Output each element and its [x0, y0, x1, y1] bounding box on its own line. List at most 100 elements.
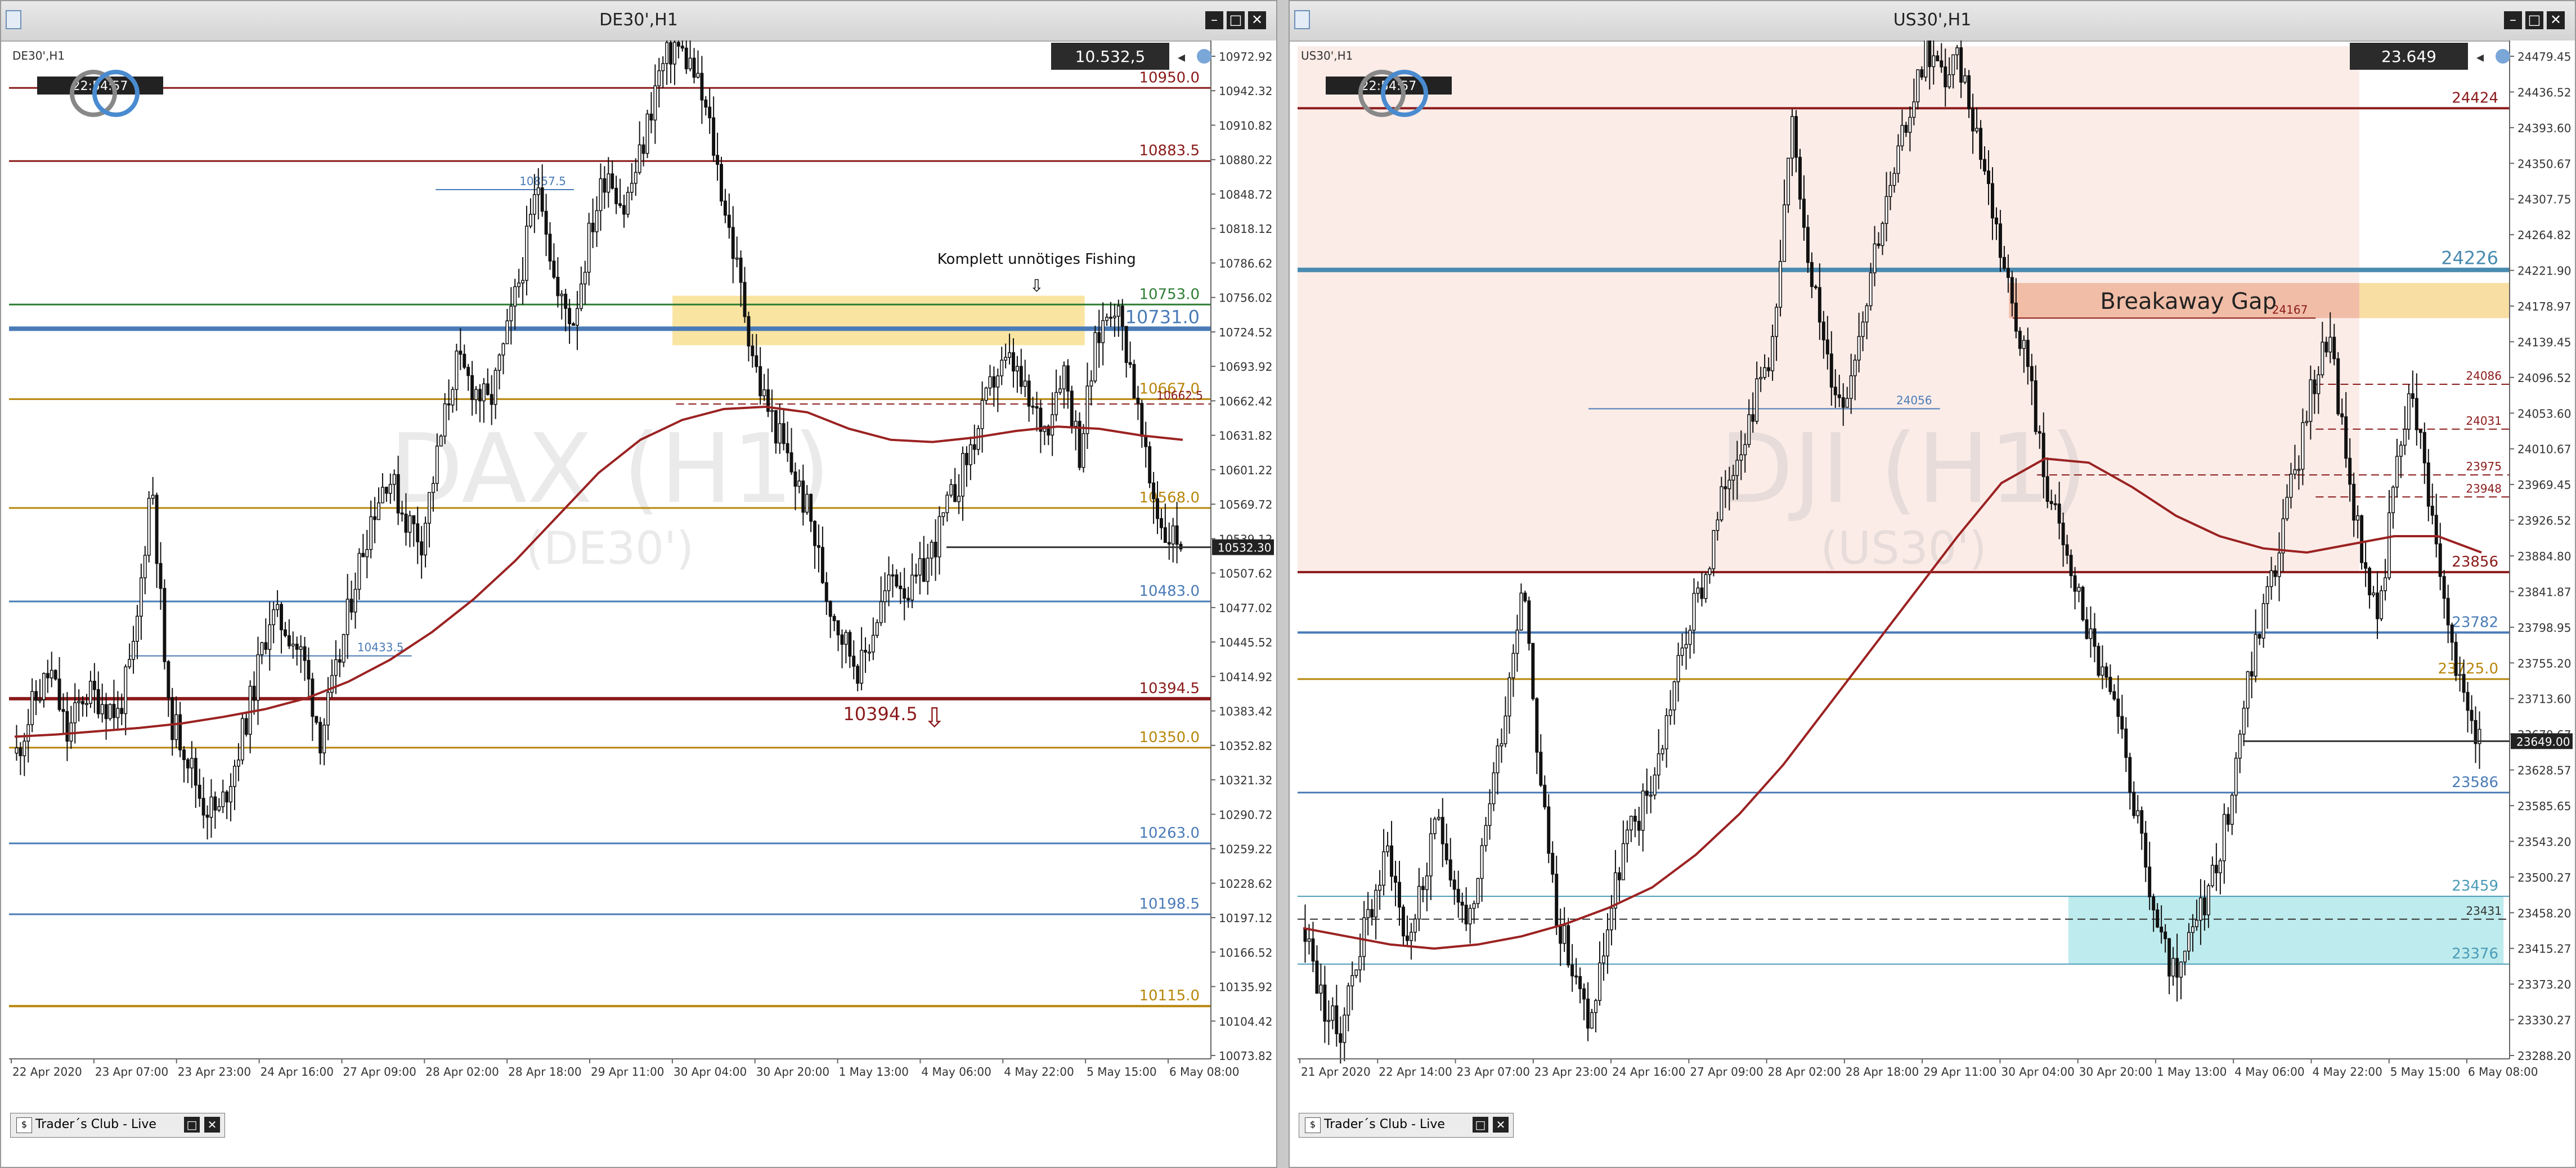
- candle-body: [1916, 69, 1920, 102]
- tab-close-icon[interactable]: ✕: [1493, 1117, 1509, 1133]
- dax-chart-window[interactable]: DE30',H1 – □ ✕ DAX (H1) (DE30') 10950.0 108…: [0, 0, 1277, 1168]
- level-label: 23725.0: [2438, 661, 2498, 677]
- candle-body: [53, 670, 57, 680]
- price-tick-label: 23926.52: [2517, 514, 2571, 528]
- candle-body: [856, 666, 860, 684]
- candle-body: [848, 632, 852, 657]
- candle-body: [513, 286, 517, 307]
- candle-body: [638, 144, 641, 173]
- candle-body: [2411, 393, 2415, 399]
- candle-body: [1319, 985, 1323, 994]
- candle-body: [252, 685, 256, 701]
- candle-body: [2332, 336, 2336, 360]
- price-tick-label: 10786.62: [1219, 257, 1272, 270]
- candle-body: [104, 704, 108, 720]
- candle-body: [1932, 55, 1936, 68]
- candle-body: [2034, 380, 2038, 432]
- candle-body: [1928, 41, 1932, 68]
- candle-body: [1303, 927, 1307, 942]
- candle-body: [38, 699, 42, 702]
- dax-price-chart[interactable]: DAX (H1)(DE30')10950.010883.510753.01073…: [1, 41, 1276, 1141]
- price-tick-label: 10942.32: [1219, 84, 1272, 98]
- candle-body: [2242, 707, 2246, 735]
- candle-body: [46, 673, 50, 679]
- candle-body: [2160, 927, 2164, 933]
- dax-tab-label: Trader´s Club - Live: [35, 1117, 156, 1131]
- candle-body: [186, 759, 190, 769]
- candle-body: [287, 635, 291, 646]
- minimize-icon[interactable]: –: [2504, 11, 2522, 29]
- candle-body: [2474, 720, 2478, 744]
- price-tick-label: 23500.27: [2517, 871, 2571, 884]
- candle-body: [2430, 505, 2434, 516]
- close-icon[interactable]: ✕: [2547, 11, 2565, 29]
- candle-body: [2085, 619, 2089, 639]
- target-label: 10394.5: [843, 703, 917, 725]
- candle-body: [1735, 460, 1739, 476]
- candle-body: [1429, 833, 1433, 877]
- time-tick-label: 1 May 13:00: [2157, 1065, 2227, 1079]
- time-tick-label: 28 Apr 18:00: [508, 1065, 581, 1079]
- arrow-left-icon: ◂: [1178, 49, 1185, 66]
- candle-body: [712, 117, 716, 156]
- price-tick-label: 23713.60: [2517, 693, 2571, 706]
- price-tick-label: 10104.42: [1219, 1015, 1272, 1028]
- price-tick-label: 10848.72: [1219, 188, 1272, 201]
- price-tick-label: 10724.52: [1219, 326, 1272, 339]
- candle-body: [240, 718, 244, 761]
- candle-body: [2049, 501, 2053, 504]
- candle-body: [797, 480, 801, 487]
- tab-maximize-icon[interactable]: □: [184, 1117, 200, 1133]
- price-tick-label: 24264.82: [2517, 228, 2571, 242]
- candle-body: [1849, 375, 1853, 399]
- candle-body: [1311, 938, 1315, 962]
- candle-body: [248, 685, 252, 735]
- candle-body: [26, 724, 30, 742]
- candle-body: [789, 452, 793, 473]
- candle-body: [1629, 815, 1633, 830]
- candle-body: [213, 796, 217, 811]
- candle-body: [1559, 925, 1563, 944]
- candle-body: [665, 42, 669, 64]
- candle-body: [205, 814, 209, 818]
- dax-layout-tab[interactable]: $ Trader´s Club - Live □ ✕: [10, 1113, 225, 1138]
- candle-body: [532, 194, 536, 215]
- minimize-icon[interactable]: –: [1205, 11, 1223, 29]
- candle-body: [1720, 486, 1724, 520]
- price-tick-label: 10073.82: [1219, 1049, 1272, 1063]
- candle-body: [1008, 352, 1012, 358]
- candle-body: [1327, 1019, 1331, 1022]
- candle-body: [1417, 886, 1421, 920]
- candle-body: [1582, 988, 1586, 1000]
- candle-body: [299, 646, 303, 650]
- tab-maximize-icon[interactable]: □: [1473, 1117, 1488, 1133]
- level-label: 23856: [2452, 554, 2498, 570]
- candle-body: [1692, 592, 1696, 631]
- candle-body: [447, 403, 451, 406]
- candle-body: [1613, 872, 1617, 909]
- dji-window-titlebar[interactable]: US30',H1 – □ ✕: [1290, 1, 2575, 42]
- candle-body: [1617, 872, 1621, 881]
- dji-layout-tab[interactable]: $ Trader´s Club - Live □ ✕: [1299, 1113, 1514, 1138]
- candle-body: [2344, 416, 2348, 459]
- candle-body: [1747, 414, 1751, 445]
- candle-body: [875, 622, 879, 636]
- maximize-icon[interactable]: □: [2525, 11, 2543, 29]
- candle-body: [2438, 543, 2442, 577]
- maximize-icon[interactable]: □: [1227, 11, 1245, 29]
- dji-price-chart[interactable]: DJI (H1)(US30')2442424226238562378223725…: [1290, 41, 2575, 1141]
- candle-body: [926, 558, 930, 582]
- candle-body: [1865, 305, 1869, 323]
- candle-body: [1877, 243, 1881, 246]
- candle-body: [1031, 406, 1035, 408]
- mini-level-label: 23975: [2466, 460, 2502, 473]
- candle-body: [2198, 897, 2202, 921]
- tab-close-icon[interactable]: ✕: [204, 1117, 220, 1133]
- close-icon[interactable]: ✕: [1248, 11, 1266, 29]
- candle-body: [972, 444, 976, 450]
- candle-body: [2030, 366, 2034, 381]
- candle-body: [1771, 336, 1775, 371]
- dji-chart-window[interactable]: US30',H1 – □ ✕ DJI (H1) (US30') 24424 24226…: [1289, 0, 2576, 1168]
- candle-body: [2376, 592, 2380, 619]
- dax-window-titlebar[interactable]: DE30',H1 – □ ✕: [1, 1, 1276, 42]
